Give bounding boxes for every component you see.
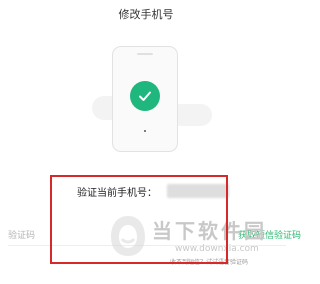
- highlight-box: [50, 175, 228, 264]
- code-field-label[interactable]: 验证码: [8, 228, 35, 241]
- check-icon: [130, 81, 160, 111]
- page-title: 修改手机号: [118, 8, 174, 21]
- phone-illustration: [88, 34, 214, 156]
